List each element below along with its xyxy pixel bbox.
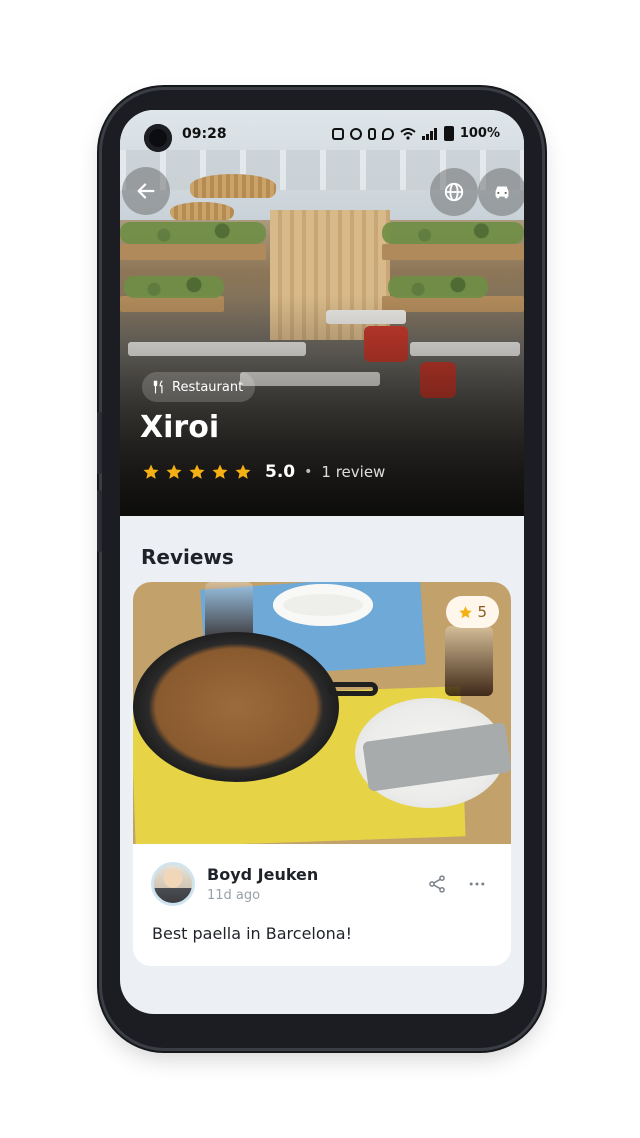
more-horizontal-icon[interactable] — [467, 874, 487, 894]
back-button[interactable] — [122, 167, 170, 215]
rating-value: 5.0 — [265, 462, 296, 482]
review-text: Best paella in Barcelona! — [152, 924, 353, 943]
signal-icon — [421, 127, 437, 140]
arrow-left-icon — [137, 183, 155, 199]
front-camera — [144, 124, 172, 152]
status-bar: 09:28 100% — [120, 122, 524, 152]
rating-summary: 5.0 • 1 review — [142, 462, 385, 482]
star-icon — [189, 464, 205, 479]
website-button[interactable] — [430, 168, 478, 216]
rating-separator: • — [304, 464, 313, 480]
review-card[interactable]: 5 Boyd Jeuken 11d ago Best paella in Bar… — [133, 582, 511, 966]
review-rating-badge: 5 — [446, 596, 499, 628]
reviewer-info[interactable]: Boyd Jeuken 11d ago — [151, 862, 318, 906]
star-icon — [212, 464, 228, 479]
battery-icon — [443, 126, 454, 141]
star-icon — [143, 464, 159, 479]
place-name: Xiroi — [140, 410, 220, 445]
car-icon — [495, 186, 509, 199]
share-icon[interactable] — [427, 874, 447, 894]
app-screen: 09:28 100% Restaurant Xiroi 5.0 • 1 revi… — [120, 110, 524, 1014]
review-time: 11d ago — [207, 888, 261, 903]
review-count-link[interactable]: 1 review — [321, 463, 385, 481]
battery-percent: 100% — [459, 126, 500, 141]
star-icon — [235, 464, 251, 479]
status-time: 09:28 — [182, 126, 227, 142]
phone-side-button — [97, 412, 102, 474]
nfc-icon — [331, 127, 344, 140]
review-rating-value: 5 — [477, 603, 487, 621]
avatar[interactable] — [151, 862, 195, 906]
fork-knife-icon — [153, 380, 163, 394]
directions-button[interactable] — [478, 168, 524, 216]
alarm-icon — [349, 127, 362, 140]
reviews-heading: Reviews — [141, 545, 234, 569]
vibrate-icon — [367, 127, 376, 140]
category-label: Restaurant — [172, 379, 244, 395]
location-icon — [381, 127, 394, 140]
category-chip: Restaurant — [142, 372, 256, 402]
wifi-icon — [400, 127, 416, 140]
globe-icon — [444, 182, 464, 202]
star-icon — [166, 464, 182, 479]
star-icon — [459, 605, 473, 618]
phone-side-button — [97, 490, 102, 552]
reviewer-name: Boyd Jeuken — [207, 865, 319, 884]
review-photo[interactable]: 5 — [133, 582, 511, 844]
